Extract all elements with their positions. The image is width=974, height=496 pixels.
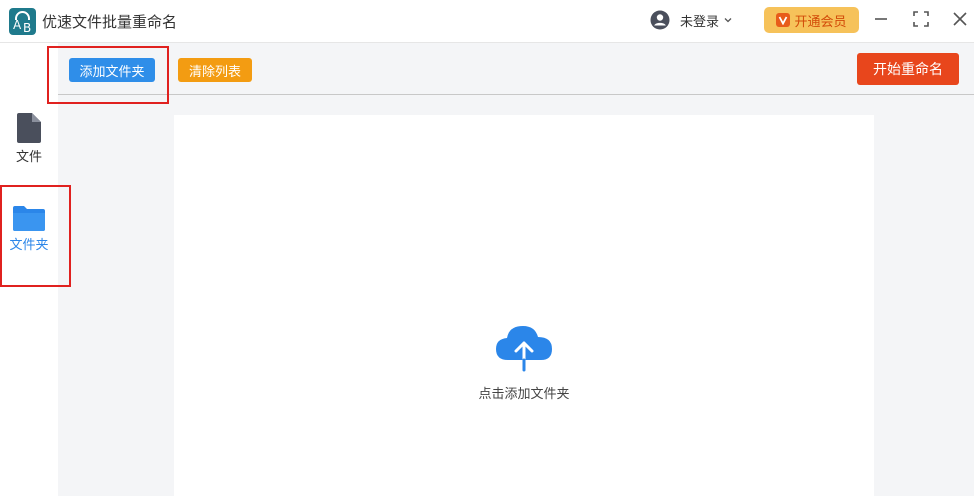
vip-label: 开通会员 [794,14,847,30]
cloud-upload-icon [496,326,552,372]
close-button[interactable] [950,9,970,29]
start-rename-button[interactable]: 开始重命名 [857,53,959,85]
app-title: 优速文件批量重命名 [42,13,178,31]
minimize-icon [875,18,887,20]
folder-drop-zone[interactable]: 点击添加文件夹 [174,115,874,496]
sidebar-item-label: 文件 [15,150,42,165]
chevron-down-icon [724,18,732,23]
vip-button[interactable]: 开通会员 [764,7,859,33]
vip-icon [776,13,791,27]
close-icon [953,12,967,26]
main-area: 添加文件夹 清除列表 开始重命名 点击添加文件夹 [58,43,974,496]
user-status-label: 未登录 [680,14,720,30]
minimize-button[interactable] [871,9,891,29]
user-login-menu[interactable]: 未登录 [650,8,733,32]
user-avatar-icon [650,10,670,30]
logo-letter-b: B [23,21,32,35]
app-logo: A B [9,8,36,35]
toolbar: 添加文件夹 清除列表 开始重命名 [58,43,974,95]
file-icon [17,113,41,143]
maximize-button[interactable] [911,9,931,29]
title-bar: A B 优速文件批量重命名 未登录 开通会员 [0,0,974,43]
logo-letter-a: A [13,18,22,32]
sidebar-item-file[interactable]: 文件 [0,113,58,165]
clear-list-button[interactable]: 清除列表 [178,58,252,82]
highlight-box-folder-tab [0,185,71,287]
drop-zone-hint: 点击添加文件夹 [478,387,570,402]
fullscreen-icon [913,11,929,27]
highlight-box-add-folder [47,46,169,104]
